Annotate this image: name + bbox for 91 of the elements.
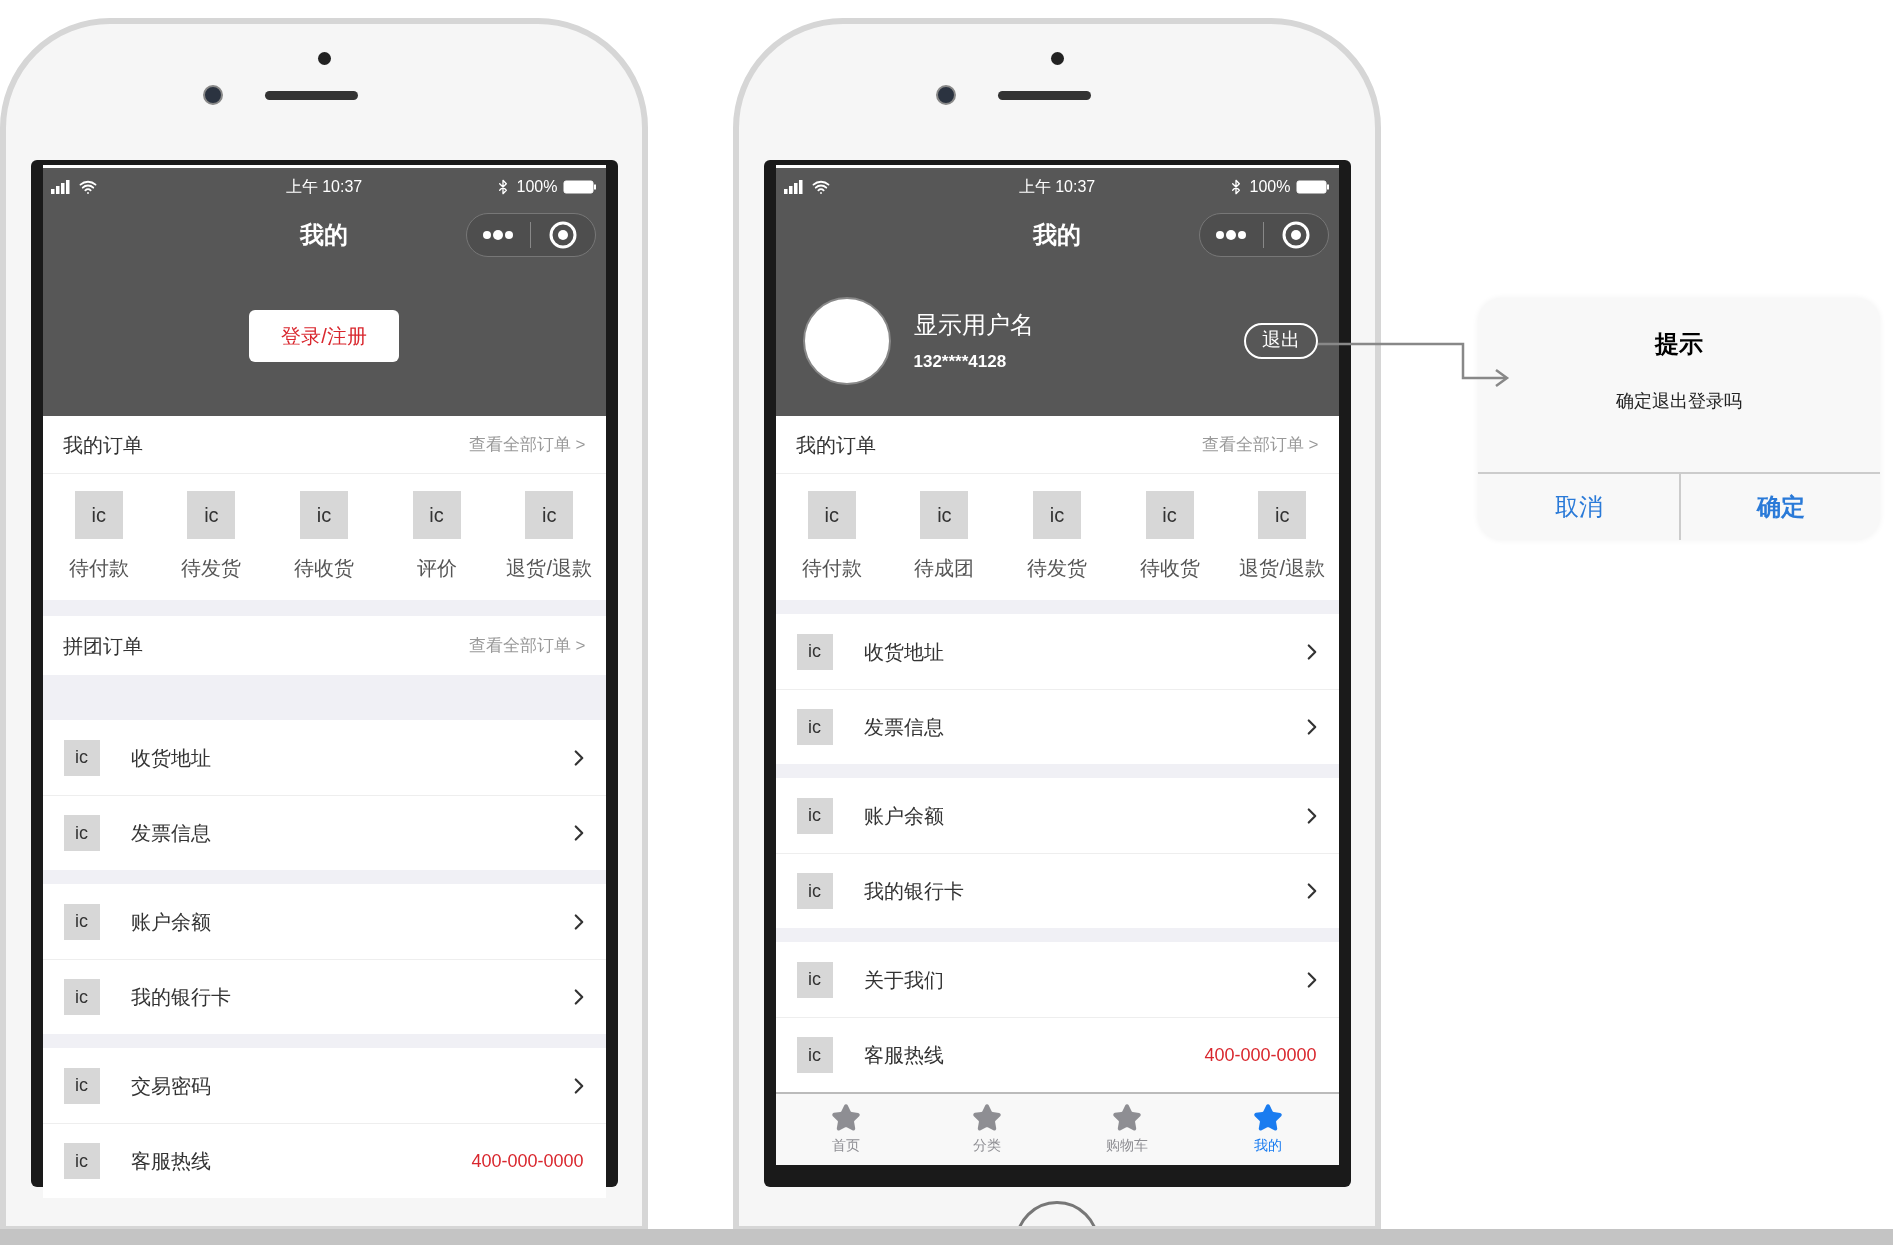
section-title: 拼团订单 — [62, 633, 143, 659]
status-time: 上午 10:37 — [285, 176, 363, 197]
hotline-number[interactable]: 400-000-0000 — [471, 1147, 584, 1175]
placeholder-icon: ic — [1258, 491, 1307, 539]
placeholder-icon: ic — [796, 797, 833, 834]
section-title: 我的订单 — [62, 432, 143, 458]
dialog-title: 提示 — [1655, 329, 1703, 359]
order-status-label: 待收货 — [1139, 556, 1200, 581]
menu-label: 账户余额 — [130, 909, 211, 935]
star-icon — [1112, 1103, 1143, 1133]
logout-button[interactable]: 退出 — [1243, 322, 1318, 359]
battery-icon — [1296, 179, 1331, 194]
placeholder-icon: ic — [187, 491, 236, 539]
order-status-label: 退货/退款 — [1239, 556, 1325, 581]
signal-icon — [783, 179, 806, 194]
order-status-item[interactable]: ic 退货/退款 — [492, 491, 606, 583]
login-register-button[interactable]: 登录/注册 — [249, 309, 399, 362]
order-status-label: 待发货 — [1027, 556, 1087, 581]
placeholder-icon: ic — [920, 491, 969, 539]
order-status-item[interactable]: ic 待付款 — [775, 491, 889, 583]
order-status-item[interactable]: ic 待成团 — [888, 491, 1001, 583]
menu-label: 账户余额 — [863, 803, 944, 829]
horizontal-scrollbar[interactable] — [0, 1229, 1893, 1245]
placeholder-icon: ic — [796, 709, 833, 745]
placeholder-icon: ic — [63, 903, 100, 940]
page-title: 我的 — [1033, 220, 1081, 250]
target-icon[interactable] — [1281, 221, 1310, 249]
menu-label: 收货地址 — [863, 639, 944, 665]
placeholder-icon: ic — [63, 1143, 100, 1179]
order-status-label: 待收货 — [294, 556, 354, 581]
page-title: 我的 — [300, 220, 348, 250]
placeholder-icon: ic — [1033, 491, 1081, 539]
battery-percent: 100% — [1249, 176, 1291, 197]
star-icon — [971, 1103, 1002, 1133]
placeholder-icon: ic — [63, 979, 100, 1015]
star-icon — [830, 1103, 861, 1133]
signal-icon — [50, 179, 73, 194]
cancel-button[interactable]: 取消 — [1478, 474, 1679, 540]
tab-item[interactable]: 我的 — [1197, 1094, 1339, 1165]
order-status-item[interactable]: ic 待发货 — [155, 491, 268, 583]
menu-label: 发票信息 — [863, 715, 944, 740]
menu-label: 我的银行卡 — [863, 879, 964, 904]
order-status-label: 评价 — [416, 556, 457, 581]
placeholder-icon: ic — [1145, 491, 1194, 539]
placeholder-icon: ic — [796, 873, 833, 909]
menu-label: 客服热线 — [863, 1043, 944, 1068]
placeholder-icon: ic — [412, 491, 461, 539]
star-icon — [1253, 1103, 1284, 1133]
menu-label: 我的银行卡 — [130, 985, 231, 1010]
target-icon[interactable] — [548, 221, 577, 249]
placeholder-icon: ic — [807, 491, 856, 539]
dialog-message: 确定退出登录吗 — [1616, 390, 1742, 413]
order-status-item[interactable]: ic 评价 — [380, 491, 493, 583]
confirm-button[interactable]: 确定 — [1679, 474, 1880, 540]
user-phone: 132****4128 — [913, 350, 1008, 373]
order-status-item[interactable]: ic 待付款 — [42, 491, 156, 583]
menu-label: 关于我们 — [863, 967, 944, 993]
user-name: 显示用户名 — [913, 309, 1034, 340]
camera-lens — [935, 85, 956, 105]
order-status-item[interactable]: ic 待收货 — [1113, 491, 1226, 583]
order-status-label: 待发货 — [181, 556, 242, 581]
menu-label: 发票信息 — [130, 821, 211, 846]
order-status-label: 待付款 — [68, 556, 129, 581]
placeholder-icon: ic — [63, 739, 100, 776]
capsule-menu[interactable] — [465, 213, 596, 257]
status-time: 上午 10:37 — [1018, 176, 1096, 197]
placeholder-icon: ic — [796, 1037, 833, 1073]
placeholder-icon: ic — [796, 633, 833, 670]
order-status-label: 待成团 — [914, 556, 975, 581]
more-icon[interactable] — [482, 229, 515, 241]
menu-label: 客服热线 — [130, 1149, 211, 1174]
order-status-item[interactable]: ic 待收货 — [267, 491, 381, 583]
capsule-menu[interactable] — [1198, 213, 1329, 257]
order-status-item[interactable]: ic 待发货 — [1000, 491, 1114, 583]
camera-lens — [202, 85, 223, 105]
placeholder-icon: ic — [300, 491, 348, 539]
hotline-number[interactable]: 400-000-0000 — [1204, 1041, 1317, 1069]
more-icon[interactable] — [1215, 229, 1248, 241]
placeholder-icon: ic — [525, 491, 574, 539]
order-status-label: 待付款 — [801, 556, 862, 581]
section-title: 我的订单 — [795, 432, 876, 458]
battery-percent: 100% — [516, 176, 558, 197]
placeholder-icon: ic — [74, 491, 123, 539]
order-status-label: 退货/退款 — [506, 556, 592, 581]
menu-label: 收货地址 — [130, 745, 211, 771]
placeholder-icon: ic — [796, 961, 833, 998]
battery-icon — [563, 179, 598, 194]
menu-label: 交易密码 — [130, 1073, 211, 1099]
placeholder-icon: ic — [63, 815, 100, 851]
order-status-item[interactable]: ic 退货/退款 — [1225, 491, 1339, 583]
placeholder-icon: ic — [63, 1067, 100, 1104]
